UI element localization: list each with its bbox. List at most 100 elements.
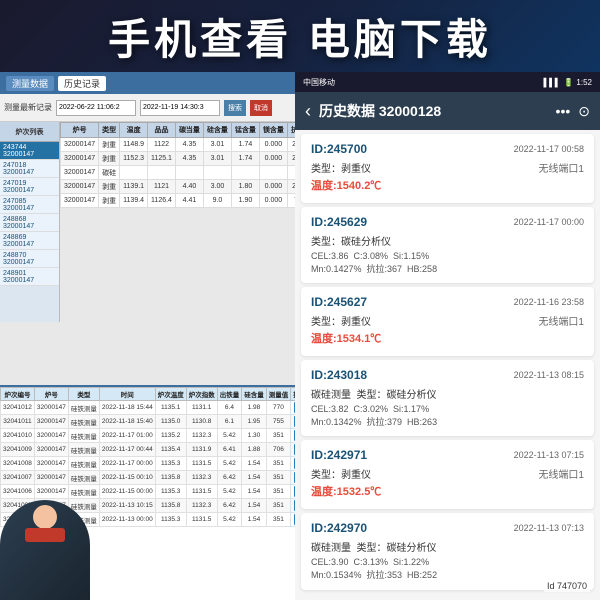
sidebar-row[interactable]: 24374432000147 bbox=[0, 142, 59, 160]
back-button[interactable]: ‹ bbox=[305, 101, 311, 122]
mobile-page-title: 历史数据 32000128 bbox=[319, 101, 441, 121]
card-type-row: 类型：剥重仪 无线端口1 bbox=[311, 160, 584, 175]
col-mg: 镁含量 bbox=[259, 123, 287, 138]
mobile-card: ID:242971 2022-11-13 07:15 类型：剥重仪 无线端口1 … bbox=[301, 440, 594, 509]
card-id: ID:242971 bbox=[311, 448, 367, 462]
table-row: 32000147 剥重 1139.4 1126.4 4.41 9.0 1.90 … bbox=[61, 194, 296, 208]
table-row: 3204100532000147硅铁测量2022-11-13 10:15 113… bbox=[1, 499, 296, 513]
table-row: 32000147 剥重 1152.3 1125.1 4.35 3.01 1.74… bbox=[61, 152, 296, 166]
sidebar-row[interactable]: 24887032000147 bbox=[0, 250, 59, 268]
card-port: 无线端口1 bbox=[538, 466, 584, 481]
left-panel: 测量数据 历史记录 测量最新记录 搜索 取消 炉次列表 243744320001… bbox=[0, 72, 295, 600]
card-date: 2022-11-13 07:13 bbox=[514, 523, 584, 533]
card-date: 2022-11-13 07:15 bbox=[514, 450, 584, 460]
mobile-list[interactable]: ID:245700 2022-11-17 00:58 类型：剥重仪 无线端口1 … bbox=[295, 130, 600, 600]
card-type: 类型：剥重仪 bbox=[311, 313, 371, 328]
main-table-wrap: 炉号 类型 温度 品品 碳当量 硅含量 锰含量 镁含量 抗拉 硬度 操作 bbox=[60, 122, 295, 322]
card-header: ID:245629 2022-11-17 00:00 bbox=[311, 215, 584, 229]
bottom-section: 炉次编号 炉号 类型 时间 炉次温度 炉次指数 出铁量 硅含量 测量值 操作 bbox=[0, 385, 295, 600]
col-temp: 温度 bbox=[120, 123, 148, 138]
card-id: ID:245629 bbox=[311, 215, 367, 229]
more-options-icon[interactable]: ••• bbox=[556, 103, 571, 120]
col-resist: 抗拉 bbox=[287, 123, 295, 138]
banner-text: 手机查看 电脑下载 bbox=[108, 6, 492, 67]
card-type-row: 类型：剥重仪 无线端口1 bbox=[311, 313, 584, 328]
sidebar-row[interactable]: 24886832000147 bbox=[0, 214, 59, 232]
table-row: 3204100632000147硅铁测量2022-11-15 00:00 113… bbox=[1, 485, 296, 499]
table-sidebar: 炉次列表 24374432000147 24701832000147 24701… bbox=[0, 122, 60, 322]
carrier-text: 中国移动 bbox=[303, 77, 335, 88]
top-banner: 手机查看 电脑下载 bbox=[0, 0, 600, 72]
card-temp: 温度:1540.2℃ bbox=[311, 177, 584, 193]
card-chem: CEL:3.86 C:3.08% Si:1.15%Mn:0.1427% 抗拉:3… bbox=[311, 250, 584, 275]
table-row: 3204100732000147硅铁测量2022-11-15 00:10 113… bbox=[1, 471, 296, 485]
card-header: ID:245700 2022-11-17 00:58 bbox=[311, 142, 584, 156]
col-cel: 碳当量 bbox=[175, 123, 203, 138]
date-to-input[interactable] bbox=[140, 100, 220, 116]
card-date: 2022-11-17 00:00 bbox=[514, 217, 584, 227]
col-furnace: 炉号 bbox=[61, 123, 99, 138]
battery-icon: 🔋 bbox=[563, 78, 573, 87]
card-id: ID:245627 bbox=[311, 295, 367, 309]
table-row: 3204100932000147硅铁测量2022-11-17 00:44 113… bbox=[1, 443, 296, 457]
time-text: 1:52 bbox=[576, 78, 592, 87]
col-mn: 锰含量 bbox=[231, 123, 259, 138]
bottom-data-table: 炉次编号 炉号 类型 时间 炉次温度 炉次指数 出铁量 硅含量 测量值 操作 bbox=[0, 387, 295, 527]
bottom-table-scroll[interactable]: 炉次编号 炉号 类型 时间 炉次温度 炉次指数 出铁量 硅含量 测量值 操作 bbox=[0, 387, 295, 600]
card-date: 2022-11-16 23:58 bbox=[514, 297, 584, 307]
top-tab-bar: 测量数据 历史记录 bbox=[0, 72, 295, 94]
tab-measure[interactable]: 测量数据 bbox=[6, 76, 54, 91]
filter-label: 测量最新记录 bbox=[4, 102, 52, 113]
card-type-row: 类型：剥重仪 无线端口1 bbox=[311, 466, 584, 481]
col-yield: 品品 bbox=[148, 123, 176, 138]
card-header: ID:242971 2022-11-13 07:15 bbox=[311, 448, 584, 462]
tab-history[interactable]: 历史记录 bbox=[58, 76, 106, 91]
card-id: ID:243018 bbox=[311, 368, 367, 382]
date-from-input[interactable] bbox=[56, 100, 136, 116]
sidebar-row[interactable]: 24701832000147 bbox=[0, 160, 59, 178]
settings-icon[interactable]: ⊙ bbox=[578, 103, 590, 120]
card-header: ID:245627 2022-11-16 23:58 bbox=[311, 295, 584, 309]
card-header: ID:243018 2022-11-13 08:15 bbox=[311, 368, 584, 382]
mobile-header: ‹ 历史数据 32000128 ••• ⊙ bbox=[295, 92, 600, 130]
id-badge: Id 747070 bbox=[544, 580, 590, 592]
table-row: 3204101232000147硅铁测量2022-11-18 15:44 113… bbox=[1, 401, 296, 415]
table-row: 32000147 剥重 1139.1 1121 4.40 3.00 1.80 0… bbox=[61, 180, 296, 194]
main-data-table: 炉号 类型 温度 品品 碳当量 硅含量 锰含量 镁含量 抗拉 硬度 操作 bbox=[60, 122, 295, 208]
sidebar-row[interactable]: 24701932000147 bbox=[0, 178, 59, 196]
sidebar-row[interactable]: 24886932000147 bbox=[0, 232, 59, 250]
sidebar-row[interactable]: 24890132000147 bbox=[0, 268, 59, 286]
card-port: 无线端口1 bbox=[538, 160, 584, 175]
card-header: ID:242970 2022-11-13 07:13 bbox=[311, 521, 584, 535]
mobile-card: ID:245627 2022-11-16 23:58 类型：剥重仪 无线端口1 … bbox=[301, 287, 594, 356]
card-id: ID:245700 bbox=[311, 142, 367, 156]
mobile-card: ID:243018 2022-11-13 08:15 碳硅测量 类型：碳硅分析仪… bbox=[301, 360, 594, 436]
card-port: 无线端口1 bbox=[538, 313, 584, 328]
table-row: 3204100432000147硅铁测量2022-11-13 00:00 113… bbox=[1, 513, 296, 527]
card-date: 2022-11-17 00:58 bbox=[514, 144, 584, 154]
card-type: 类型：剥重仪 bbox=[311, 160, 371, 175]
sidebar-row[interactable]: 24708532000147 bbox=[0, 196, 59, 214]
status-icons: ▌▌▌ 🔋 1:52 bbox=[543, 78, 592, 87]
table-section: 炉次列表 24374432000147 24701832000147 24701… bbox=[0, 122, 295, 322]
card-temp: 温度:1532.5℃ bbox=[311, 483, 584, 499]
search-button[interactable]: 搜索 bbox=[224, 100, 246, 116]
mobile-card: ID:245700 2022-11-17 00:58 类型：剥重仪 无线端口1 … bbox=[301, 134, 594, 203]
mobile-header-actions: ••• ⊙ bbox=[556, 103, 590, 120]
reset-button[interactable]: 取消 bbox=[250, 100, 272, 116]
table-row: 3204101032000147硅铁测量2022-11-17 01:00 113… bbox=[1, 429, 296, 443]
card-type: 碳硅测量 类型：碳硅分析仪 bbox=[311, 539, 437, 554]
card-type: 碳硅测量 类型：碳硅分析仪 bbox=[311, 386, 437, 401]
right-panel: 中国移动 ▌▌▌ 🔋 1:52 ‹ 历史数据 32000128 ••• ⊙ ID… bbox=[295, 72, 600, 600]
col-type: 类型 bbox=[99, 123, 120, 138]
card-date: 2022-11-13 08:15 bbox=[514, 370, 584, 380]
mobile-status-bar: 中国移动 ▌▌▌ 🔋 1:52 bbox=[295, 72, 600, 92]
table-row: 3204101132000147硅铁测量2022-11-18 15:40 113… bbox=[1, 415, 296, 429]
col-si: 硅含量 bbox=[203, 123, 231, 138]
card-temp: 温度:1534.1℃ bbox=[311, 330, 584, 346]
card-type-row: 碳硅测量 类型：碳硅分析仪 bbox=[311, 539, 584, 554]
table-row: 3204100832000147硅铁测量2022-11-17 00:00 113… bbox=[1, 457, 296, 471]
filter-bar: 测量最新记录 搜索 取消 bbox=[0, 94, 295, 122]
card-chem: CEL:3.90 C:3.13% Si:1.22%Mn:0.1534% 抗拉:3… bbox=[311, 556, 584, 581]
card-type: 类型：剥重仪 bbox=[311, 466, 371, 481]
